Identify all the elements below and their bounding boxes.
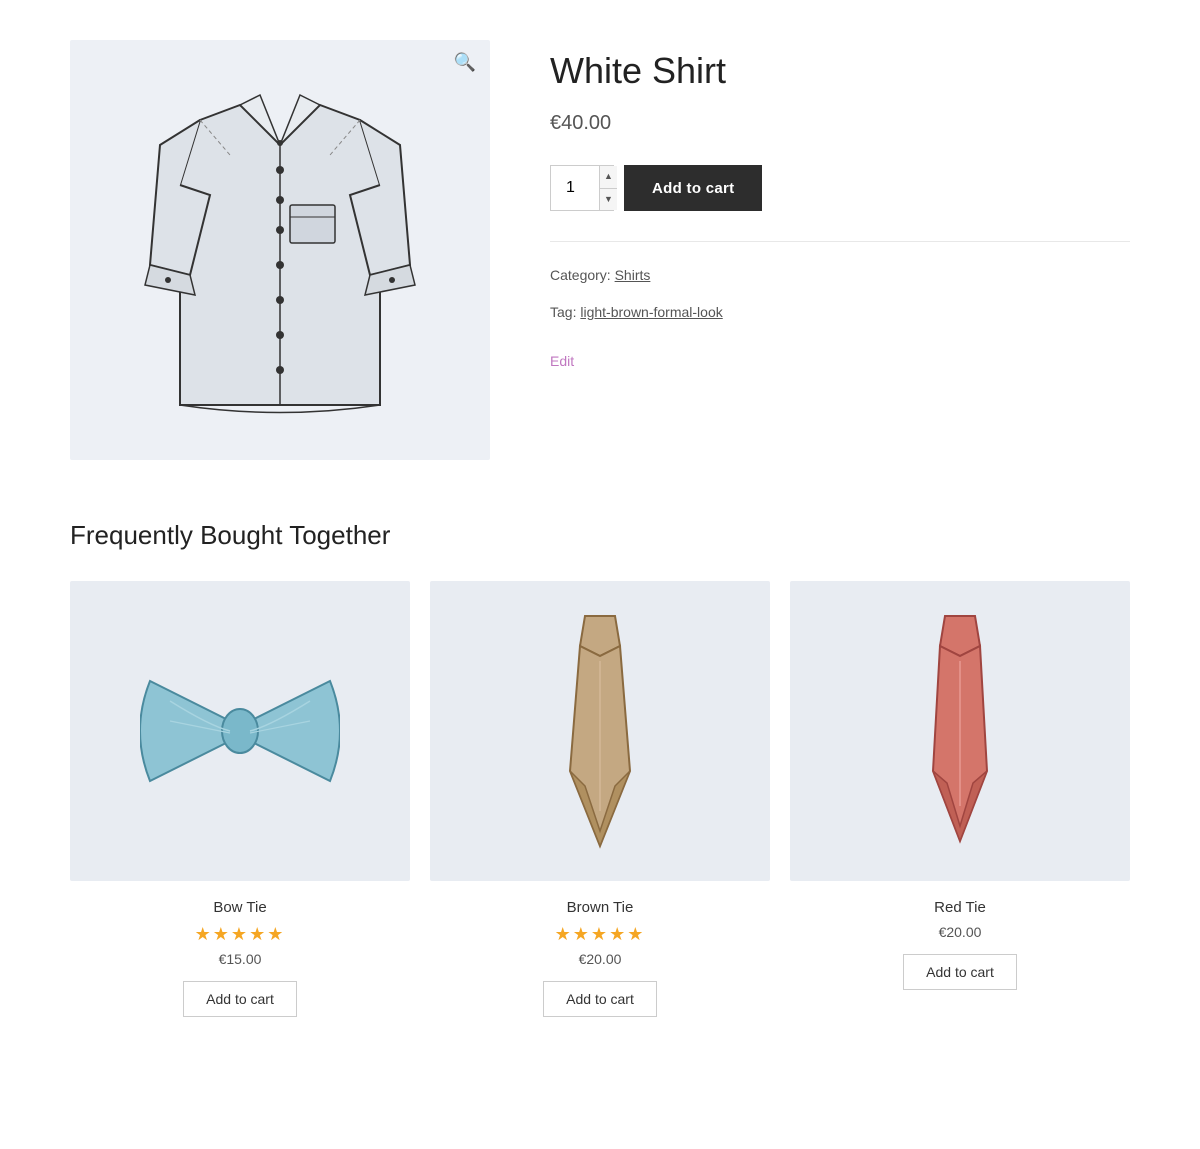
brown-tie-stars: ★★★★★ [555, 924, 646, 945]
product-details: White Shirt €40.00 ▲ ▼ Add to cart Categ… [550, 40, 1130, 460]
quantity-up-button[interactable]: ▲ [600, 166, 617, 189]
quantity-down-button[interactable]: ▼ [600, 189, 617, 211]
tag-link[interactable]: light-brown-formal-look [580, 304, 722, 320]
bow-tie-svg [140, 671, 340, 791]
quantity-input[interactable] [557, 166, 599, 210]
red-tie-add-to-cart-button[interactable]: Add to cart [903, 954, 1017, 990]
product-price: €40.00 [550, 112, 1130, 135]
product-tag: Tag: light-brown-formal-look [550, 299, 1130, 326]
brown-tie-image [430, 581, 770, 881]
tag-label: Tag: [550, 304, 576, 320]
bow-tie-name: Bow Tie [213, 899, 266, 916]
bow-tie-add-to-cart-button[interactable]: Add to cart [183, 981, 297, 1017]
product-category: Category: Shirts [550, 262, 1130, 289]
product-divider [550, 241, 1130, 242]
fbt-grid: Bow Tie ★★★★★ €15.00 Add to cart [70, 581, 1130, 1017]
product-card-red-tie: Red Tie €20.00 Add to cart [790, 581, 1130, 1017]
brown-tie-add-to-cart-button[interactable]: Add to cart [543, 981, 657, 1017]
bow-tie-price: €15.00 [219, 951, 262, 967]
red-tie-name: Red Tie [934, 899, 986, 916]
quantity-spinners: ▲ ▼ [599, 166, 617, 210]
product-image [130, 65, 430, 435]
product-actions: ▲ ▼ Add to cart [550, 165, 1130, 211]
red-tie-image [790, 581, 1130, 881]
product-card-brown-tie: Brown Tie ★★★★★ €20.00 Add to cart [430, 581, 770, 1017]
fbt-title: Frequently Bought Together [70, 520, 1130, 551]
add-to-cart-button[interactable]: Add to cart [624, 165, 762, 211]
category-link[interactable]: Shirts [615, 267, 651, 283]
fbt-section: Frequently Bought Together [70, 520, 1130, 1017]
page-wrapper: 🔍 [50, 0, 1150, 1057]
edit-link[interactable]: Edit [550, 353, 574, 369]
brown-tie-name: Brown Tie [567, 899, 634, 916]
quantity-field[interactable]: ▲ ▼ [550, 165, 614, 211]
product-card-bow-tie: Bow Tie ★★★★★ €15.00 Add to cart [70, 581, 410, 1017]
bow-tie-stars: ★★★★★ [195, 924, 286, 945]
product-title: White Shirt [550, 50, 1130, 92]
brown-tie-price: €20.00 [579, 951, 622, 967]
bow-tie-image [70, 581, 410, 881]
brown-tie-svg [555, 611, 645, 851]
product-image-container: 🔍 [70, 40, 490, 460]
zoom-icon[interactable]: 🔍 [454, 52, 476, 73]
product-section: 🔍 [70, 40, 1130, 460]
category-label: Category: [550, 267, 611, 283]
red-tie-price: €20.00 [939, 924, 982, 940]
red-tie-svg [915, 611, 1005, 851]
